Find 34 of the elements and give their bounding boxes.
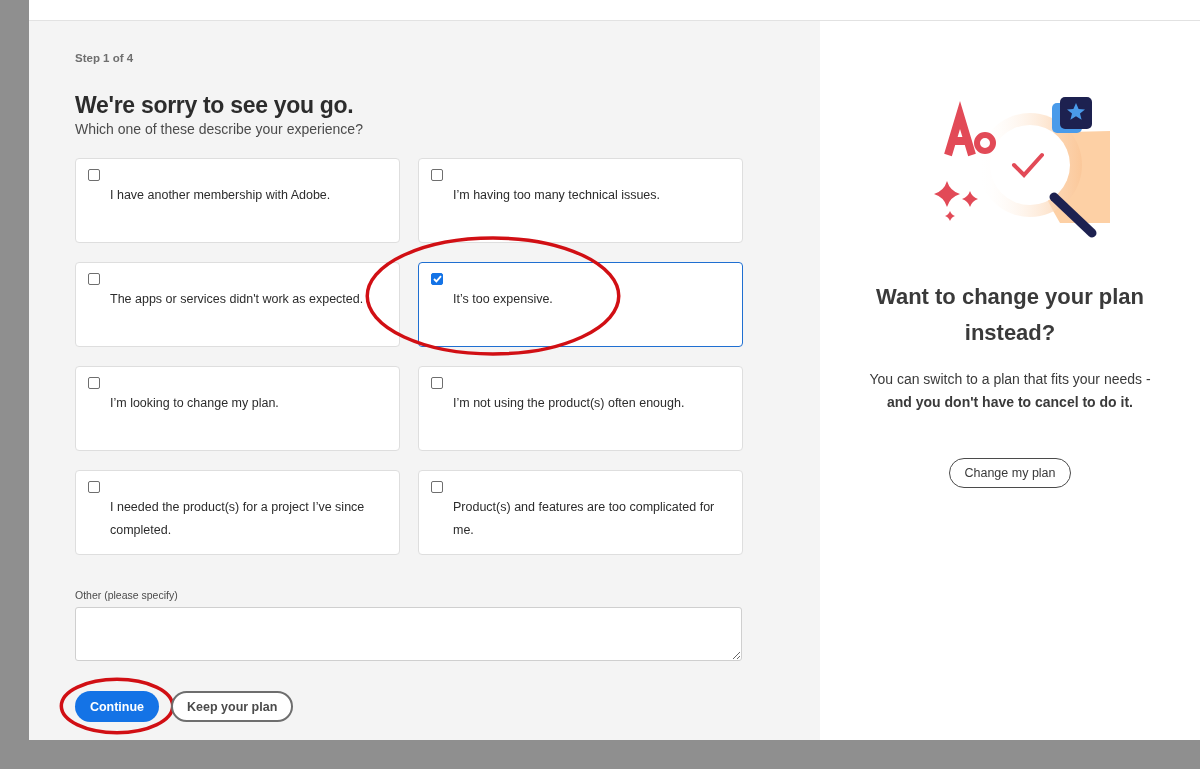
option-card[interactable]: It’s too expensive.	[418, 262, 743, 347]
option-label: The apps or services didn't work as expected.	[110, 291, 364, 308]
side-text: You can switch to a plan that fits your needs - and you don't have to cancel to do it.	[868, 370, 1152, 412]
keep-plan-button[interactable]: Keep your plan	[171, 691, 294, 722]
continue-button[interactable]: Continue	[75, 691, 159, 722]
option-label: I needed the product(s) for a project I’ve since completed.	[110, 499, 366, 539]
option-card[interactable]: I’m not using the product(s) often enough.	[418, 366, 743, 451]
option-label: I’m looking to change my plan.	[110, 395, 279, 412]
change-plan-button[interactable]: Change my plan	[949, 458, 1071, 488]
option-card[interactable]: The apps or services didn't work as expected.	[75, 262, 400, 347]
checkbox[interactable]	[431, 377, 443, 389]
checkbox[interactable]	[88, 273, 100, 285]
page-title: We're sorry to see you go.	[75, 92, 355, 119]
option-label: It’s too expensive.	[453, 291, 553, 308]
option-card[interactable]: I needed the product(s) for a project I’ve since completed.	[75, 470, 400, 555]
step-label: Step 1 of 4	[75, 52, 135, 64]
option-card[interactable]: I’m looking to change my plan.	[75, 366, 400, 451]
option-card[interactable]: I have another membership with Adobe.	[75, 158, 400, 243]
option-label: Product(s) and features are too complicated for me.	[453, 499, 716, 539]
subtitle: Which one of these describe your experience?	[75, 121, 364, 137]
field-label: Other (please specify)	[75, 589, 179, 601]
side-title: Want to change your plan instead?	[875, 283, 1145, 347]
option-card[interactable]: I’m having too many technical issues.	[418, 158, 743, 243]
checkbox[interactable]	[431, 169, 443, 181]
checkbox[interactable]	[88, 377, 100, 389]
checkbox[interactable]	[88, 481, 100, 493]
checkbox[interactable]	[88, 169, 100, 181]
option-label: I have another membership with Adobe.	[110, 187, 331, 204]
checkbox[interactable]	[431, 273, 443, 285]
input-field[interactable]	[75, 607, 742, 661]
option-card[interactable]: Product(s) and features are too complicated for me.	[418, 470, 743, 555]
option-label: I’m not using the product(s) often enough.	[453, 395, 685, 412]
checkbox[interactable]	[431, 481, 443, 493]
option-label: I’m having too many technical issues.	[453, 187, 661, 204]
